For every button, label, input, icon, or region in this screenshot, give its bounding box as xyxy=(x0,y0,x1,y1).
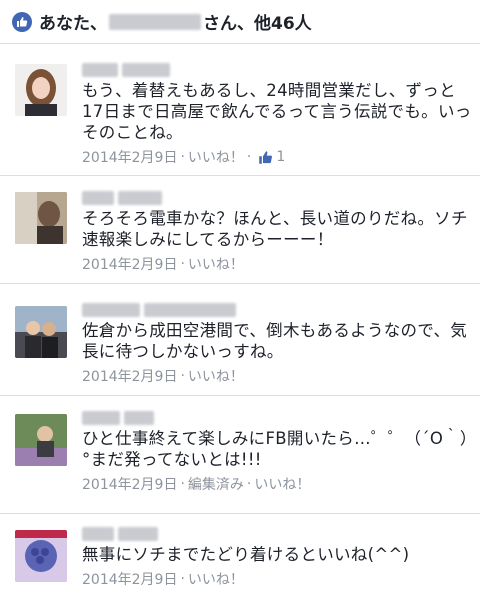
comment-text: ひと仕事終えて楽しみにFB開いたら…゜゜（´O｀）°まだ発ってないとは!!! xyxy=(82,429,469,469)
like-reaction-icon xyxy=(12,11,32,32)
blurred-name xyxy=(109,13,201,30)
comment-reactions[interactable]: 1 xyxy=(258,149,285,165)
avatar[interactable] xyxy=(15,530,67,582)
comment-item: 無事にソチまでたどり着けるといいね(^^) 2014年2月9日 · いいね！ xyxy=(0,514,480,606)
reaction-count: 1 xyxy=(276,149,286,165)
thumbs-up-icon xyxy=(258,150,273,165)
avatar[interactable] xyxy=(15,64,67,116)
comment-date[interactable]: 2014年2月9日 xyxy=(82,366,177,386)
like-link[interactable]: いいね！ xyxy=(188,254,244,274)
like-link[interactable]: いいね！ xyxy=(188,147,244,167)
edited-label[interactable]: 編集済み xyxy=(188,474,244,494)
avatar[interactable] xyxy=(15,306,67,358)
likes-summary[interactable]: あなた、 さん、他46人 xyxy=(0,0,480,44)
commenter-name[interactable] xyxy=(82,526,472,542)
commenter-name[interactable] xyxy=(82,62,472,78)
comment-date[interactable]: 2014年2月9日 xyxy=(82,474,177,494)
avatar[interactable] xyxy=(15,414,67,466)
comment-text: もう、着替えもあるし、24時間営業だし、ずっと17日まで日高屋で飲んでるって言う… xyxy=(82,81,472,142)
comment-item: もう、着替えもあるし、24時間営業だし、ずっと17日まで日高屋で飲んでるって言う… xyxy=(0,44,480,176)
comment-text: 無事にソチまでたどり着けるといいね(^^) xyxy=(82,545,410,564)
like-link[interactable]: いいね！ xyxy=(254,474,310,494)
comment-item: ひと仕事終えて楽しみにFB開いたら…゜゜（´O｀）°まだ発ってないとは!!! 2… xyxy=(0,396,480,514)
comment-date[interactable]: 2014年2月9日 xyxy=(82,254,177,274)
like-link[interactable]: いいね！ xyxy=(188,366,244,386)
commenter-name[interactable] xyxy=(82,410,472,426)
likes-suffix: さん、他46人 xyxy=(203,14,312,34)
avatar[interactable] xyxy=(15,192,67,244)
commenter-name[interactable] xyxy=(82,190,472,206)
comment-text: 佐倉から成田空港間で、倒木もあるようなので、気長に待つしかないっすね。 xyxy=(82,321,468,361)
commenter-name[interactable] xyxy=(82,302,472,318)
comment-text: そろそろ電車かな？ほんと、長い道のりだね。ソチ速報楽しみにしてるからーーー！ xyxy=(82,209,468,249)
comment-item: そろそろ電車かな？ほんと、長い道のりだね。ソチ速報楽しみにしてるからーーー！ 2… xyxy=(0,176,480,284)
comment-item: 佐倉から成田空港間で、倒木もあるようなので、気長に待つしかないっすね。 2014… xyxy=(0,284,480,396)
likes-prefix: あなた、 xyxy=(39,14,107,34)
comment-date[interactable]: 2014年2月9日 xyxy=(82,147,177,167)
comment-date[interactable]: 2014年2月9日 xyxy=(82,569,177,589)
like-link[interactable]: いいね！ xyxy=(188,569,244,589)
